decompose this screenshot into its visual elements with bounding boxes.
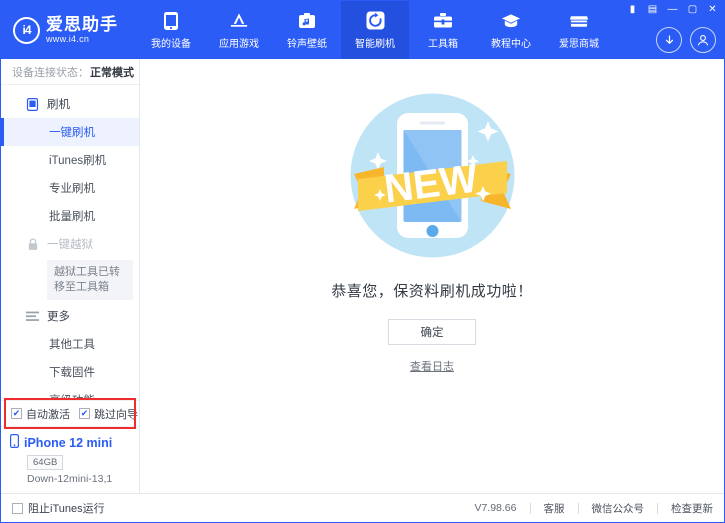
- checkbox-box: ✔: [79, 408, 90, 419]
- list-icon: [26, 310, 39, 323]
- i4-logo-icon: i4: [13, 17, 40, 44]
- sidebar-section-label: 刷机: [47, 96, 70, 112]
- device-name: iPhone 12 mini: [24, 436, 112, 450]
- new-badge-phone-illustration: NEW: [340, 83, 525, 268]
- nav-label: 教程中心: [491, 35, 531, 50]
- view-log-link[interactable]: 查看日志: [410, 358, 454, 374]
- nav-label: 爱思商城: [559, 35, 599, 50]
- sidebar-item-label: 下载固件: [49, 364, 95, 380]
- sidebar-section-flash: 刷机: [1, 90, 139, 118]
- connection-status-label: 设备连接状态：: [12, 64, 89, 80]
- app-version: V7.98.66: [474, 502, 516, 514]
- sidebar-item-label: 批量刷机: [49, 208, 95, 224]
- nav-label: 我的设备: [151, 35, 191, 50]
- shop-icon: [569, 11, 589, 31]
- sidebar-item-download-firmware[interactable]: 下载固件: [1, 358, 139, 386]
- sidebar-section-more: 更多: [1, 302, 139, 330]
- nav-item-ringtone-wallpaper[interactable]: 铃声壁纸: [273, 1, 341, 59]
- download-icon[interactable]: [656, 27, 682, 53]
- connection-status: 设备连接状态：正常模式: [1, 59, 139, 85]
- nav-item-smart-flash[interactable]: 智能刷机: [341, 1, 409, 59]
- checkbox-label: 跳过向导: [94, 406, 138, 422]
- status-bar-right: V7.98.66 客服 微信公众号 检查更新: [474, 501, 713, 516]
- graduation-cap-icon: [501, 11, 521, 31]
- phone-flash-icon: [26, 98, 39, 111]
- check-update-link[interactable]: 检查更新: [671, 501, 713, 516]
- brand-logo-area: i4 爱思助手 www.i4.cn: [1, 1, 137, 59]
- divider: [578, 503, 579, 514]
- sidebar-item-one-key-flash[interactable]: 一键刷机: [1, 118, 139, 146]
- success-message: 恭喜您，保资料刷机成功啦！: [331, 280, 533, 301]
- sidebar-item-batch-flash[interactable]: 批量刷机: [1, 202, 139, 230]
- nav-label: 工具箱: [428, 35, 458, 50]
- sidebar-item-label: 其他工具: [49, 336, 95, 352]
- brand-url: www.i4.cn: [46, 34, 118, 45]
- close-icon[interactable]: ✕: [707, 4, 718, 15]
- sidebar-section-label: 一键越狱: [47, 236, 93, 252]
- checkbox-auto-activate[interactable]: ✔ 自动激活: [11, 406, 70, 422]
- jailbreak-tooltip: 越狱工具已转移至工具箱: [47, 260, 133, 300]
- nav-item-tutorial-center[interactable]: 教程中心: [477, 1, 545, 59]
- nav-item-apps-games[interactable]: 应用游戏: [205, 1, 273, 59]
- device-info[interactable]: iPhone 12 mini 64GB Down-12mini-13,1: [1, 426, 139, 493]
- checkbox-box: [12, 503, 23, 514]
- sidebar-section-label: 更多: [47, 308, 70, 324]
- skin-icon[interactable]: ▮: [627, 4, 638, 15]
- lock-icon: [26, 238, 39, 251]
- appstore-icon: [229, 11, 249, 31]
- nav-label: 智能刷机: [355, 35, 395, 50]
- toolbox-icon: [433, 11, 453, 31]
- maximize-icon[interactable]: ▢: [687, 4, 698, 15]
- customer-service-link[interactable]: 客服: [544, 501, 565, 516]
- sidebar-item-label: 一键刷机: [49, 124, 95, 140]
- main-panel: NEW 恭喜您，保资料刷机成功啦！ 确定 查看日志: [140, 59, 724, 493]
- main-nav: 我的设备 应用游戏 铃声壁纸 智能刷机: [137, 1, 613, 59]
- flash-options-row: ✔ 自动激活 ✔ 跳过向导: [1, 400, 139, 426]
- sidebar-item-itunes-flash[interactable]: iTunes刷机: [1, 146, 139, 174]
- divider: [657, 503, 658, 514]
- device-identifier: Down-12mini-13,1: [27, 473, 139, 485]
- brand-name: 爱思助手: [46, 15, 118, 34]
- confirm-button[interactable]: 确定: [388, 319, 476, 345]
- app-window: i4 爱思助手 www.i4.cn 我的设备 应用游戏: [0, 0, 725, 523]
- menu-icon[interactable]: ▤: [647, 4, 658, 15]
- minimize-icon[interactable]: —: [667, 4, 678, 15]
- connection-status-value: 正常模式: [90, 64, 134, 80]
- sidebar-item-pro-flash[interactable]: 专业刷机: [1, 174, 139, 202]
- nav-label: 应用游戏: [219, 35, 259, 50]
- sidebar-item-label: 专业刷机: [49, 180, 95, 196]
- device-phone-icon: [10, 434, 19, 451]
- sidebar-menu: 刷机 一键刷机 iTunes刷机 专业刷机 批量刷机: [1, 85, 139, 400]
- checkbox-box: ✔: [11, 408, 22, 419]
- account-icon[interactable]: [690, 27, 716, 53]
- sidebar-item-advanced[interactable]: 高级功能: [1, 386, 139, 400]
- sidebar-section-jailbreak: 一键越狱: [1, 230, 139, 258]
- sidebar-item-label: iTunes刷机: [49, 152, 106, 168]
- ringtone-icon: [297, 11, 317, 31]
- wechat-official-link[interactable]: 微信公众号: [592, 501, 645, 516]
- nav-item-i4-store[interactable]: 爱思商城: [545, 1, 613, 59]
- window-controls: ▮ ▤ — ▢ ✕: [627, 4, 718, 15]
- checkbox-skip-wizard[interactable]: ✔ 跳过向导: [79, 406, 138, 422]
- status-bar: 阻止iTunes运行 V7.98.66 客服 微信公众号 检查更新: [1, 493, 724, 522]
- sidebar-item-label: 高级功能: [49, 392, 95, 400]
- divider: [530, 503, 531, 514]
- header-actions: [656, 27, 716, 53]
- nav-item-my-device[interactable]: 我的设备: [137, 1, 205, 59]
- checkbox-label: 自动激活: [26, 406, 70, 422]
- checkbox-label: 阻止iTunes运行: [28, 500, 105, 516]
- checkbox-block-itunes[interactable]: 阻止iTunes运行: [12, 500, 105, 516]
- nav-label: 铃声壁纸: [287, 35, 327, 50]
- sidebar: 设备连接状态：正常模式 刷机 一键刷机 iTunes刷机 专业刷机: [1, 59, 140, 493]
- title-bar: i4 爱思助手 www.i4.cn 我的设备 应用游戏: [1, 1, 724, 59]
- content-area: 设备连接状态：正常模式 刷机 一键刷机 iTunes刷机 专业刷机: [1, 59, 724, 493]
- phone-icon: [161, 11, 181, 31]
- device-capacity-badge: 64GB: [27, 455, 63, 470]
- sidebar-item-other-tools[interactable]: 其他工具: [1, 330, 139, 358]
- nav-item-toolbox[interactable]: 工具箱: [409, 1, 477, 59]
- refresh-icon: [365, 11, 385, 31]
- brand-mark: i4: [22, 23, 30, 37]
